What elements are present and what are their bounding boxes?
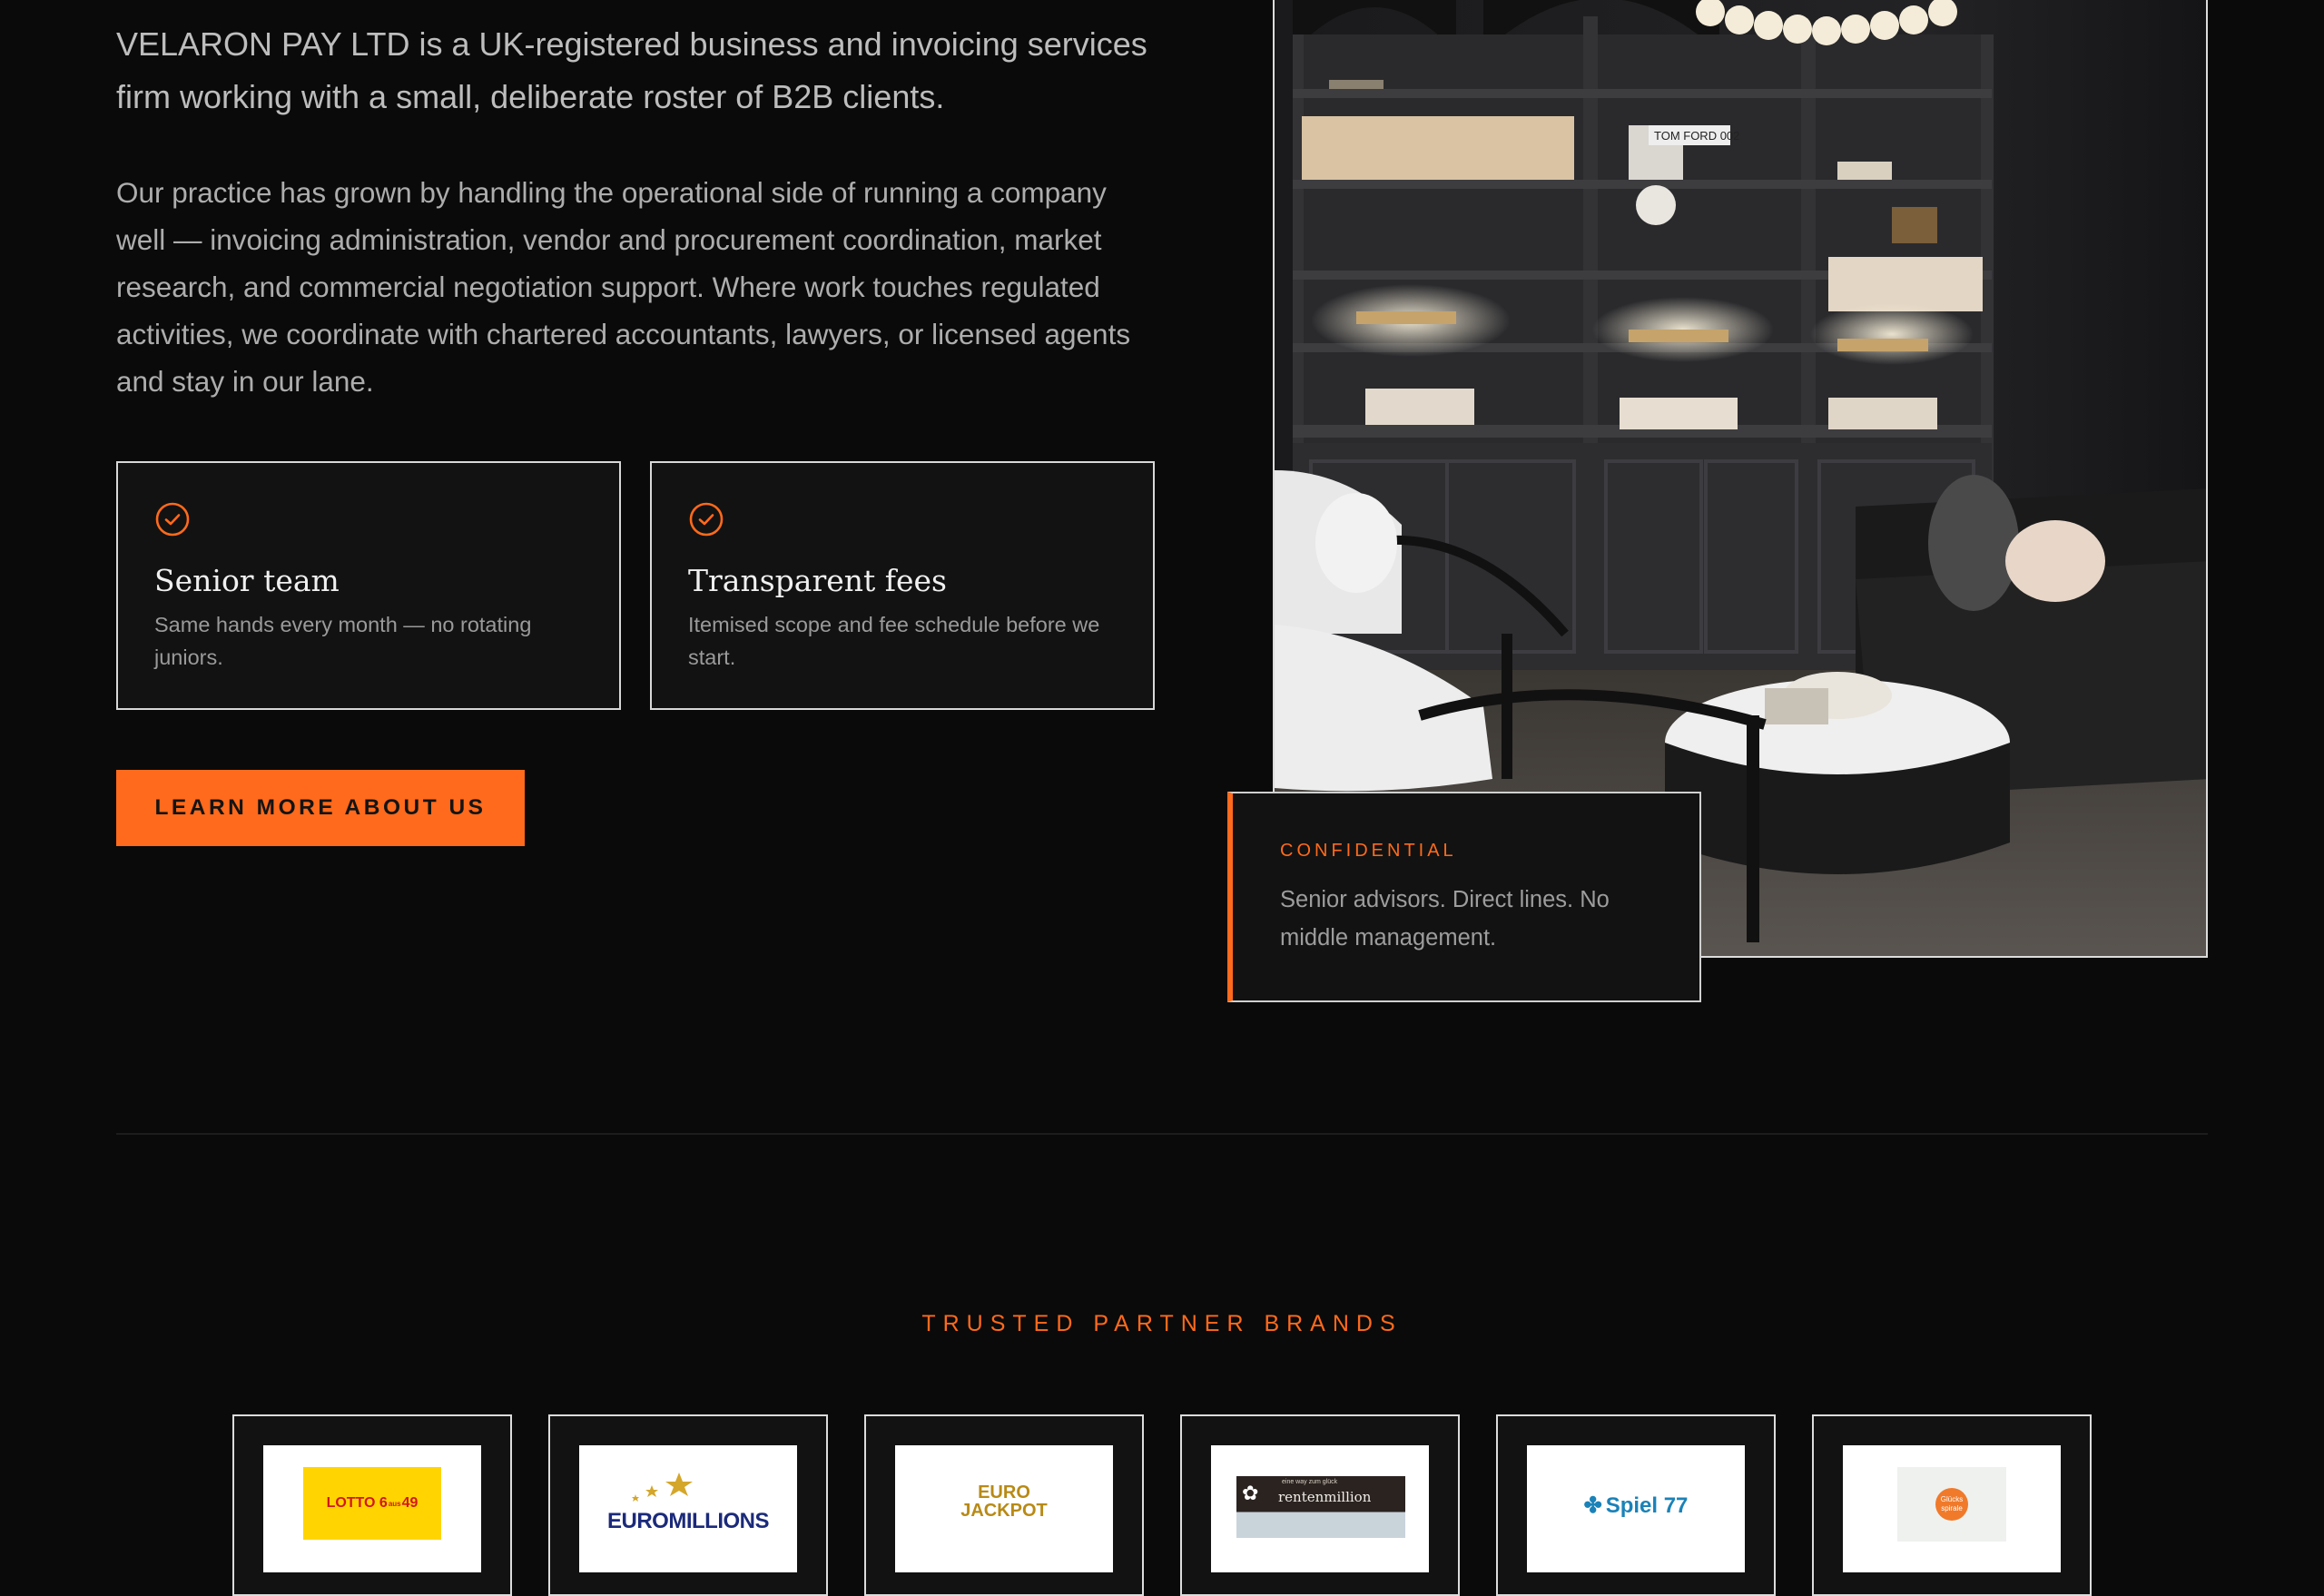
euromillions-logo-text: EUROMILLIONS xyxy=(607,1509,770,1533)
partner-brands-heading: TRUSTED PARTNER BRANDS xyxy=(921,1311,1403,1336)
brand-tile-gluecksspirale[interactable]: Glücks spirale xyxy=(1812,1414,2092,1596)
lotto-logo-text: LOTTO 6 xyxy=(326,1495,388,1511)
feature-card-description: Same hands every month — no rotating jun… xyxy=(154,613,532,669)
brand-tile-euromillions[interactable]: EUROMILLIONS xyxy=(548,1414,828,1596)
spiel77-clover-icon: ✤ xyxy=(1583,1493,1602,1518)
brand-tile-spiel77[interactable]: ✤ Spiel 77 xyxy=(1496,1414,1776,1596)
check-circle-icon xyxy=(155,502,190,537)
gluecksspirale-logo-line1: Glücks xyxy=(1940,1495,1964,1503)
confidential-callout: CONFIDENTIAL Senior advisors. Direct lin… xyxy=(1227,792,1701,1002)
eurojackpot-logo: EURO JACKPOT xyxy=(895,1445,1113,1572)
brand-tile-lotto[interactable]: LOTTO 6 aus 49 xyxy=(232,1414,512,1596)
feature-card-title: Transparent fees xyxy=(688,563,947,598)
rentenmillion-logo: ✿ eine way zum glück rentenmillion xyxy=(1211,1445,1429,1572)
feature-card-description: Itemised scope and fee schedule before w… xyxy=(688,613,1100,669)
spiel77-logo-text: Spiel 77 xyxy=(1605,1493,1689,1518)
rentenmillion-logo-text: rentenmillion xyxy=(1278,1489,1372,1505)
lotto-logo-end: 49 xyxy=(401,1495,419,1511)
lotto-logo: LOTTO 6 aus 49 xyxy=(263,1445,481,1572)
feature-card-senior-team: Senior team Same hands every month — no … xyxy=(116,461,621,710)
gluecksspirale-logo: Glücks spirale xyxy=(1843,1445,2061,1572)
confidential-text: Senior advisors. Direct lines. No middle… xyxy=(1280,887,1610,951)
check-circle-icon xyxy=(689,502,724,537)
gluecksspirale-badge: Glücks spirale xyxy=(1935,1488,1968,1521)
shelf-book-label: TOM FORD 002 xyxy=(1654,129,1739,143)
brand-tile-rentenmillion[interactable]: ✿ eine way zum glück rentenmillion xyxy=(1180,1414,1460,1596)
spiel77-logo: ✤ Spiel 77 xyxy=(1527,1445,1745,1572)
about-paragraph: Our practice has grown by handling the o… xyxy=(116,176,1131,398)
brand-tile-eurojackpot[interactable]: EURO JACKPOT xyxy=(864,1414,1144,1596)
gluecksspirale-logo-line2: spirale xyxy=(1941,1504,1963,1512)
rentenmillion-tagline: eine way zum glück xyxy=(1282,1479,1338,1485)
clover-icon: ✿ xyxy=(1242,1482,1259,1504)
eurojackpot-logo-line1: EURO xyxy=(978,1483,1030,1502)
learn-more-button[interactable]: LEARN MORE ABOUT US xyxy=(116,770,525,846)
section-divider xyxy=(116,1133,2208,1135)
feature-card-transparent-fees: Transparent fees Itemised scope and fee … xyxy=(650,461,1155,710)
lotto-logo-small: aus xyxy=(388,1499,401,1508)
eurojackpot-logo-line2: JACKPOT xyxy=(960,1501,1048,1521)
confidential-label: CONFIDENTIAL xyxy=(1280,841,1457,861)
feature-card-title: Senior team xyxy=(154,563,340,598)
euromillions-logo: EUROMILLIONS xyxy=(579,1445,797,1572)
about-lead-text: VELARON PAY LTD is a UK-registered busin… xyxy=(116,25,1147,115)
